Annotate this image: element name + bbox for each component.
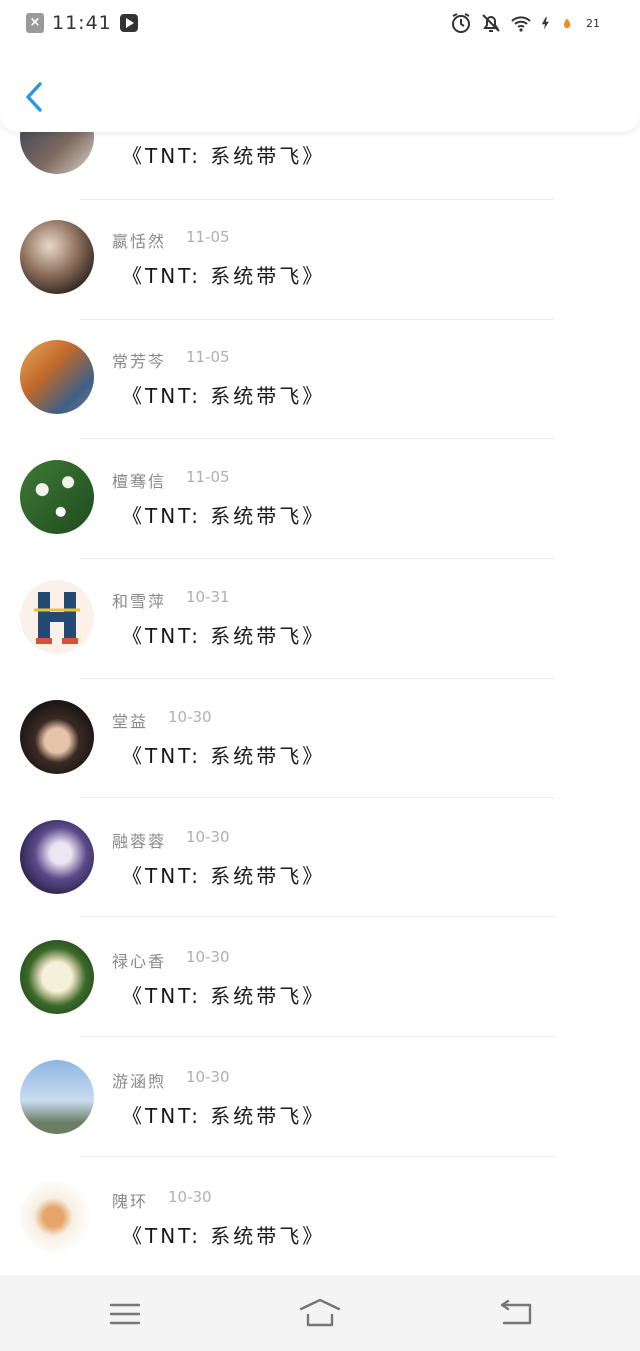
item-name: 和雪萍 <box>112 592 167 611</box>
status-bar: × 11:41 21 <box>0 0 640 48</box>
close-icon: × <box>26 13 44 33</box>
avatar[interactable] <box>20 820 94 894</box>
avatar[interactable] <box>20 940 94 1014</box>
back-icon[interactable] <box>496 1297 536 1331</box>
item-date: 10-30 <box>186 828 230 846</box>
list-item[interactable]: 檀骞信 11-05 《TNT: 系统带飞》 <box>0 440 640 560</box>
item-date: 10-30 <box>168 1188 212 1206</box>
battery-level: 21 <box>586 16 600 30</box>
item-message: 《TNT: 系统带飞》 <box>122 984 326 1008</box>
item-message: 《TNT: 系统带飞》 <box>122 384 326 408</box>
divider <box>80 1156 554 1157</box>
chevron-left-icon[interactable] <box>20 78 50 116</box>
avatar[interactable] <box>20 460 94 534</box>
home-icon[interactable] <box>298 1297 342 1331</box>
avatar[interactable] <box>20 340 94 414</box>
item-message: 《TNT: 系统带飞》 <box>122 624 326 648</box>
divider <box>80 678 554 679</box>
item-date: 11-05 <box>186 468 230 486</box>
item-message: 《TNT: 系统带飞》 <box>122 144 326 168</box>
avatar[interactable] <box>20 1060 94 1134</box>
divider <box>80 797 554 798</box>
bottom-nav <box>0 1275 640 1351</box>
item-date: 11-05 <box>186 348 230 366</box>
charging-icon <box>541 17 549 30</box>
list-item[interactable]: 堂益 10-30 《TNT: 系统带飞》 <box>0 680 640 800</box>
item-message: 《TNT: 系统带飞》 <box>122 504 326 528</box>
item-name: 常芳芩 <box>112 352 167 371</box>
list-item[interactable]: 和雪萍 10-31 《TNT: 系统带飞》 <box>0 560 640 680</box>
play-icon <box>119 14 138 32</box>
battery-icon <box>563 18 571 29</box>
item-date: 10-31 <box>186 588 230 606</box>
avatar[interactable] <box>20 580 94 654</box>
item-date: 10-30 <box>186 1068 230 1086</box>
item-message: 《TNT: 系统带飞》 <box>122 1104 326 1128</box>
item-message: 《TNT: 系统带飞》 <box>122 864 326 888</box>
menu-icon[interactable] <box>105 1297 145 1331</box>
divider <box>80 1036 554 1037</box>
mute-bell-icon <box>482 14 500 32</box>
divider <box>80 438 554 439</box>
item-name: 嬴恬然 <box>112 232 167 251</box>
item-name: 禄心香 <box>112 952 167 971</box>
avatar[interactable] <box>20 1180 94 1254</box>
list-item[interactable]: 隗环 10-30 《TNT: 系统带飞》 <box>0 1160 640 1275</box>
list-item[interactable]: 融蓉蓉 10-30 《TNT: 系统带飞》 <box>0 800 640 920</box>
item-name: 游涵煦 <box>112 1072 167 1091</box>
item-date: 10-30 <box>186 948 230 966</box>
item-message: 《TNT: 系统带飞》 <box>122 744 326 768</box>
alarm-icon <box>452 13 470 33</box>
divider <box>80 916 554 917</box>
comment-list: 《TNT: 系统带飞》 嬴恬然 11-05 《TNT: 系统带飞》 常芳芩 11… <box>0 0 640 1275</box>
divider <box>80 558 554 559</box>
item-name: 檀骞信 <box>112 472 167 491</box>
status-time: 11:41 <box>52 12 112 34</box>
avatar[interactable] <box>20 220 94 294</box>
list-item[interactable]: 游涵煦 10-30 《TNT: 系统带飞》 <box>0 1040 640 1160</box>
wifi-icon <box>511 16 531 32</box>
list-item[interactable]: 嬴恬然 11-05 《TNT: 系统带飞》 <box>0 200 640 320</box>
list-item[interactable]: 禄心香 10-30 《TNT: 系统带飞》 <box>0 920 640 1040</box>
list-item[interactable]: 常芳芩 11-05 《TNT: 系统带飞》 <box>0 320 640 440</box>
item-name: 融蓉蓉 <box>112 832 167 851</box>
item-name: 隗环 <box>112 1192 149 1211</box>
h-logo-icon <box>34 592 80 644</box>
item-message: 《TNT: 系统带飞》 <box>122 264 326 288</box>
item-message: 《TNT: 系统带飞》 <box>122 1224 326 1248</box>
avatar[interactable] <box>20 700 94 774</box>
item-name: 堂益 <box>112 712 149 731</box>
item-date: 10-30 <box>168 708 212 726</box>
item-date: 11-05 <box>186 228 230 246</box>
